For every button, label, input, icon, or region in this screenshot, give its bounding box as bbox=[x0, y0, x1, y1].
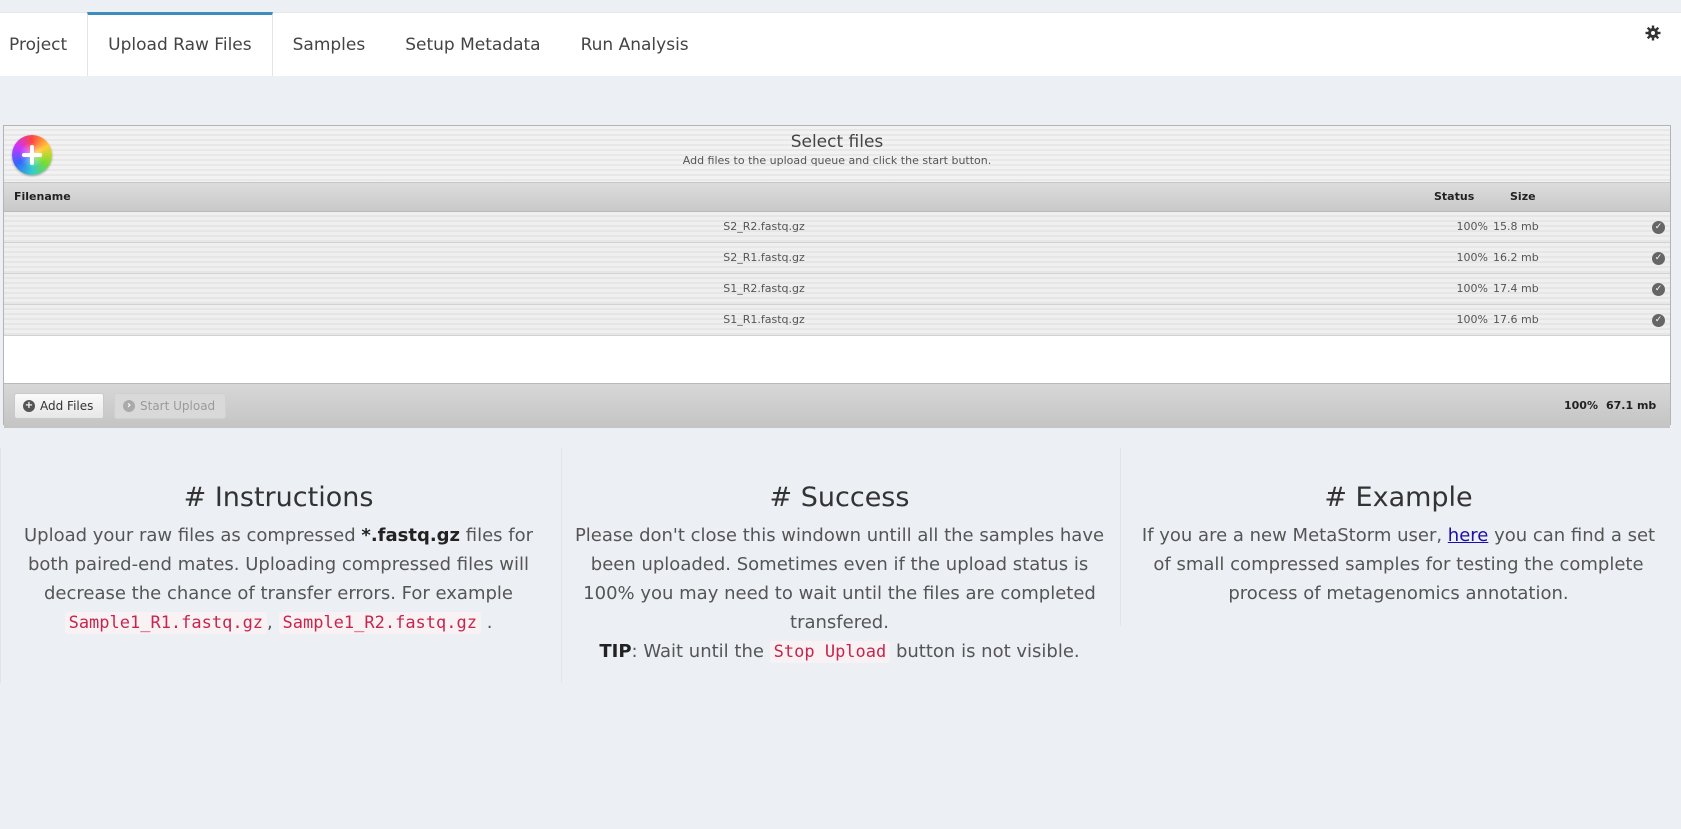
uploader-footer: + Add Files › Start Upload 100% 67.1 mb bbox=[4, 384, 1670, 428]
check-circle-icon: ✓ bbox=[1652, 314, 1665, 327]
tab-list: Project Upload Raw Files Samples Setup M… bbox=[0, 12, 1681, 76]
instructions-panel: # Instructions Upload your raw files as … bbox=[0, 448, 556, 683]
code-stop-upload: Stop Upload bbox=[769, 641, 891, 663]
file-name: S2_R2.fastq.gz bbox=[723, 220, 805, 233]
column-size: Size bbox=[1510, 190, 1536, 203]
uploader-title: Select files bbox=[790, 132, 884, 152]
file-row: S1_R2.fastq.gz 100% 17.4 mb ✓ bbox=[4, 274, 1670, 305]
file-size: 16.2 mb bbox=[1493, 251, 1539, 264]
check-circle-icon: ✓ bbox=[1652, 221, 1665, 234]
file-name: S2_R1.fastq.gz bbox=[723, 251, 805, 264]
file-size: 15.8 mb bbox=[1493, 220, 1539, 233]
file-status: 100% bbox=[1456, 313, 1488, 326]
instructions-text: Upload your raw files as compressed *.fa… bbox=[23, 525, 534, 634]
plus-circle-icon: + bbox=[23, 400, 35, 412]
file-row: S2_R1.fastq.gz 100% 16.2 mb ✓ bbox=[4, 243, 1670, 274]
tab-project[interactable]: Project bbox=[0, 13, 87, 75]
file-name: S1_R2.fastq.gz bbox=[723, 282, 805, 295]
column-filename: Filename bbox=[14, 190, 71, 203]
uploader-header: Select files Add files to the upload que… bbox=[4, 126, 1670, 183]
top-navbar: Project Upload Raw Files Samples Setup M… bbox=[0, 12, 1681, 76]
file-row: S1_R1.fastq.gz 100% 17.6 mb ✓ bbox=[4, 305, 1670, 336]
drop-area[interactable] bbox=[4, 336, 1670, 384]
code-sample-r1: Sample1_R1.fastq.gz bbox=[64, 612, 268, 634]
tab-setup-metadata[interactable]: Setup Metadata bbox=[385, 13, 560, 75]
example-here-link[interactable]: here bbox=[1448, 525, 1489, 546]
arrow-circle-icon: › bbox=[123, 400, 135, 412]
file-status: 100% bbox=[1456, 251, 1488, 264]
uploader-subtitle: Add files to the upload queue and click … bbox=[682, 154, 992, 167]
add-files-label: Add Files bbox=[40, 399, 94, 413]
success-heading: # Success bbox=[769, 482, 910, 513]
file-status: 100% bbox=[1456, 282, 1488, 295]
file-status: 100% bbox=[1456, 220, 1488, 233]
tab-upload-raw-files[interactable]: Upload Raw Files bbox=[87, 12, 273, 76]
example-text: If you are a new MetaStorm user, here yo… bbox=[1141, 525, 1656, 604]
start-upload-button[interactable]: › Start Upload bbox=[114, 393, 227, 419]
check-circle-icon: ✓ bbox=[1652, 283, 1665, 296]
total-percent: 100% bbox=[1564, 399, 1598, 412]
start-upload-label: Start Upload bbox=[140, 399, 216, 413]
file-row: S2_R2.fastq.gz 100% 15.8 mb ✓ bbox=[4, 212, 1670, 243]
file-table-header: Filename Status Size bbox=[4, 183, 1670, 212]
add-files-button[interactable]: + Add Files bbox=[14, 393, 105, 419]
tab-samples[interactable]: Samples bbox=[273, 13, 386, 75]
success-text: Please don't close this windown untill a… bbox=[574, 525, 1105, 633]
example-panel: # Example If you are a new MetaStorm use… bbox=[1120, 448, 1676, 626]
example-heading: # Example bbox=[1324, 482, 1473, 513]
column-status: Status bbox=[1434, 190, 1475, 203]
file-size: 17.4 mb bbox=[1493, 282, 1539, 295]
tab-run-analysis[interactable]: Run Analysis bbox=[561, 13, 709, 75]
check-circle-icon: ✓ bbox=[1652, 252, 1665, 265]
total-size: 67.1 mb bbox=[1606, 399, 1657, 412]
gear-icon[interactable] bbox=[1645, 25, 1661, 41]
file-name: S1_R1.fastq.gz bbox=[723, 313, 805, 326]
success-panel: # Success Please don't close this window… bbox=[561, 448, 1117, 683]
code-sample-r2: Sample1_R2.fastq.gz bbox=[278, 612, 481, 634]
info-columns: # Instructions Upload your raw files as … bbox=[0, 448, 1681, 688]
tip-text: TIP: Wait until the Stop Upload button i… bbox=[599, 641, 1080, 663]
file-size: 17.6 mb bbox=[1493, 313, 1539, 326]
file-uploader: Select files Add files to the upload que… bbox=[3, 125, 1671, 428]
instructions-heading: # Instructions bbox=[183, 482, 374, 513]
